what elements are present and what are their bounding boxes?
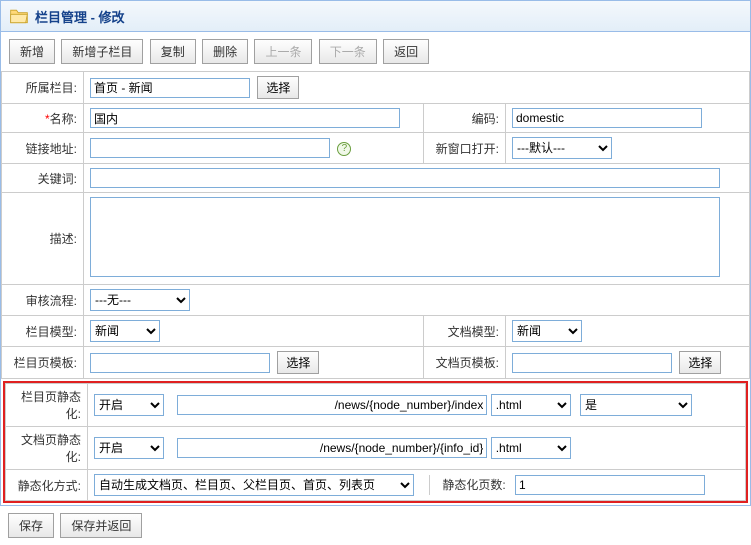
back-button[interactable]: 返回 bbox=[383, 39, 429, 64]
delete-button[interactable]: 删除 bbox=[202, 39, 248, 64]
keywords-input[interactable] bbox=[90, 168, 720, 188]
label-workflow: 审核流程: bbox=[2, 285, 84, 316]
folder-icon bbox=[9, 7, 29, 25]
page-header: 栏目管理 - 修改 bbox=[0, 0, 751, 32]
toolbar: 新增 新增子栏目 复制 删除 上一条 下一条 返回 bbox=[0, 32, 751, 71]
label-static-count: 静态化页数: bbox=[442, 478, 505, 492]
code-input[interactable] bbox=[512, 108, 702, 128]
form-table: 所属栏目: 选择 *名称: 编码: 链接地址: ? 新窗口打开: ---默认--… bbox=[1, 71, 750, 379]
label-name: *名称: bbox=[2, 104, 84, 133]
static-mode-select[interactable]: 自动生成文档页、栏目页、父栏目页、首页、列表页 bbox=[94, 474, 414, 496]
label-parent: 所属栏目: bbox=[2, 72, 84, 104]
doc-tpl-input[interactable] bbox=[512, 353, 672, 373]
static-count-input[interactable] bbox=[515, 475, 705, 495]
label-col-model: 栏目模型: bbox=[2, 316, 84, 347]
copy-button[interactable]: 复制 bbox=[150, 39, 196, 64]
prev-button: 上一条 bbox=[254, 39, 312, 64]
label-col-tpl: 栏目页模板: bbox=[2, 347, 84, 379]
label-static-mode: 静态化方式: bbox=[6, 470, 88, 501]
label-doc-static: 文档页静态化: bbox=[6, 427, 88, 470]
select-doc-tpl-button[interactable]: 选择 bbox=[679, 351, 721, 374]
label-doc-model: 文档模型: bbox=[424, 316, 506, 347]
description-textarea[interactable] bbox=[90, 197, 720, 277]
col-tpl-input[interactable] bbox=[90, 353, 270, 373]
new-window-select[interactable]: ---默认--- bbox=[512, 137, 612, 159]
doc-static-enable-select[interactable]: 开启 bbox=[94, 437, 164, 459]
link-input[interactable] bbox=[90, 138, 330, 158]
help-icon[interactable]: ? bbox=[337, 142, 351, 156]
label-col-static: 栏目页静态化: bbox=[6, 384, 88, 427]
col-static-path-input[interactable] bbox=[177, 395, 487, 415]
save-button[interactable]: 保存 bbox=[8, 513, 54, 538]
doc-static-ext-select[interactable]: .html bbox=[491, 437, 571, 459]
label-link: 链接地址: bbox=[2, 133, 84, 164]
new-child-button[interactable]: 新增子栏目 bbox=[61, 39, 143, 64]
col-static-yes-select[interactable]: 是 bbox=[580, 394, 692, 416]
label-new-window: 新窗口打开: bbox=[424, 133, 506, 164]
footer: 保存 保存并返回 bbox=[0, 506, 751, 545]
label-description: 描述: bbox=[2, 193, 84, 285]
select-col-tpl-button[interactable]: 选择 bbox=[277, 351, 319, 374]
doc-model-select[interactable]: 新闻 bbox=[512, 320, 582, 342]
static-section: 栏目页静态化: 开启 .html 是 文档页静态化: 开启 .html 静态化方… bbox=[3, 381, 748, 503]
next-button: 下一条 bbox=[319, 39, 377, 64]
name-input[interactable] bbox=[90, 108, 400, 128]
page-title: 栏目管理 - 修改 bbox=[35, 7, 125, 26]
label-code: 编码: bbox=[424, 104, 506, 133]
col-model-select[interactable]: 新闻 bbox=[90, 320, 160, 342]
select-parent-button[interactable]: 选择 bbox=[257, 76, 299, 99]
parent-input[interactable] bbox=[90, 78, 250, 98]
col-static-ext-select[interactable]: .html bbox=[491, 394, 571, 416]
label-keywords: 关键词: bbox=[2, 164, 84, 193]
workflow-select[interactable]: ---无--- bbox=[90, 289, 190, 311]
doc-static-path-input[interactable] bbox=[177, 438, 487, 458]
save-back-button[interactable]: 保存并返回 bbox=[60, 513, 142, 538]
new-button[interactable]: 新增 bbox=[9, 39, 55, 64]
label-doc-tpl: 文档页模板: bbox=[424, 347, 506, 379]
col-static-enable-select[interactable]: 开启 bbox=[94, 394, 164, 416]
